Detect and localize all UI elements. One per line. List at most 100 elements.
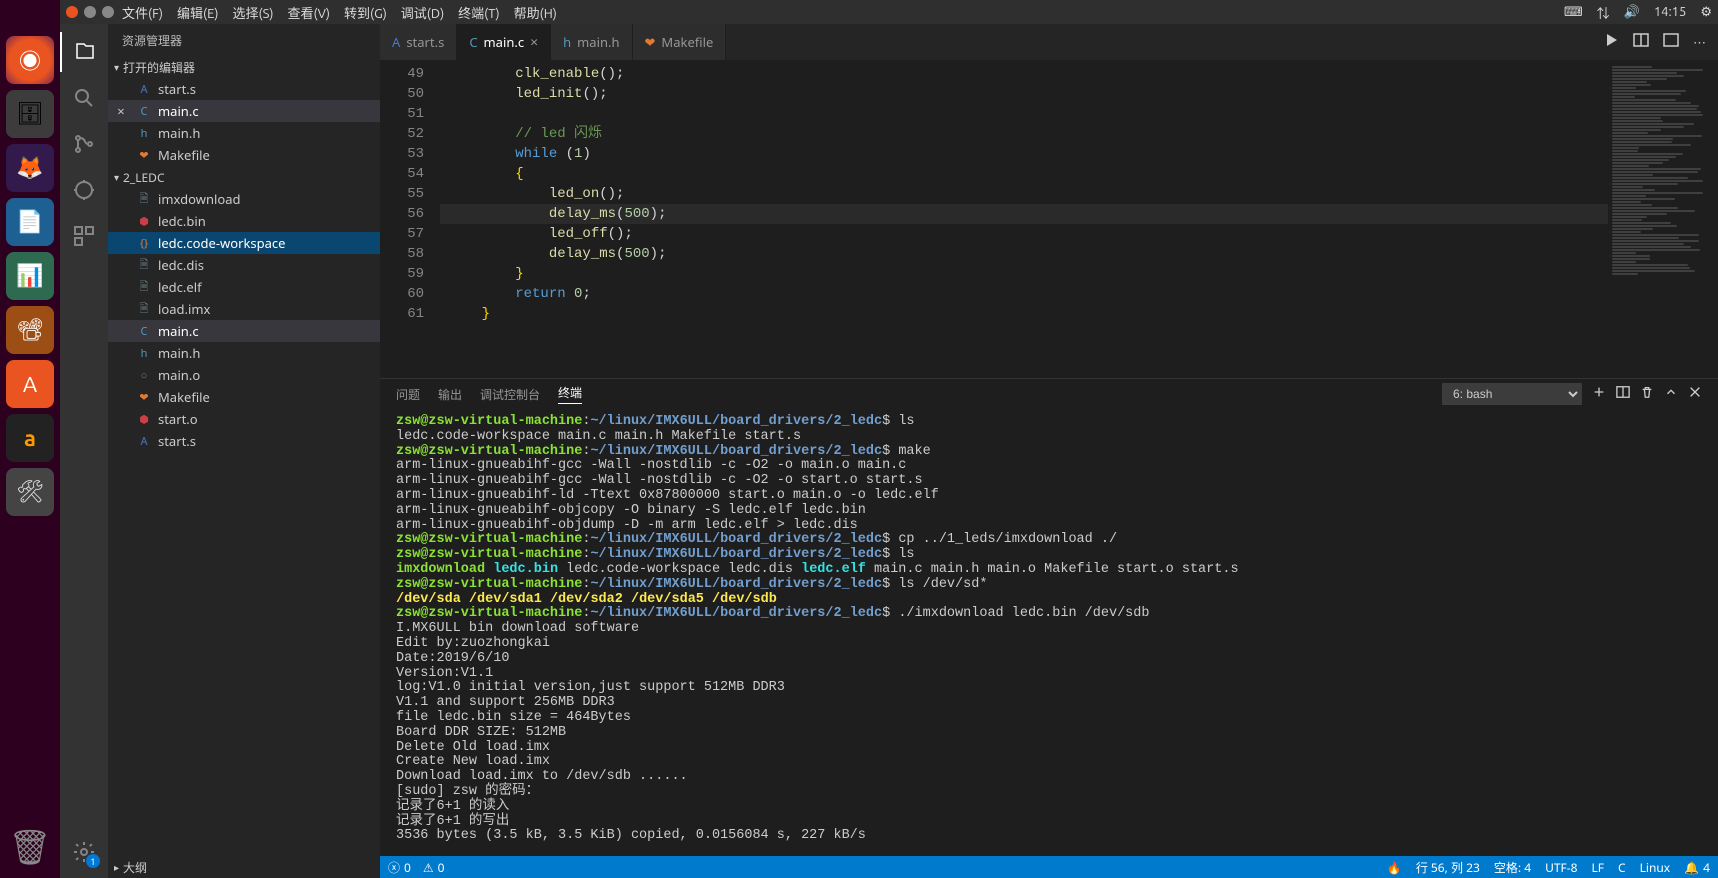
editor-tab[interactable]: Astart.s xyxy=(380,24,457,60)
dock-amazon-icon[interactable]: a xyxy=(6,414,54,462)
panel-tab[interactable]: 输出 xyxy=(438,386,462,403)
file-icon: {} xyxy=(136,235,152,251)
dock-calc-icon[interactable]: 📊 xyxy=(6,252,54,300)
sound-icon[interactable]: 🔊 xyxy=(1624,5,1640,20)
panel-tab[interactable]: 问题 xyxy=(396,386,420,403)
gutter: 49505152535455565758596061 xyxy=(380,60,440,378)
file-name: main.o xyxy=(158,366,200,384)
dock-impress-icon[interactable]: 📽 xyxy=(6,306,54,354)
file-item[interactable]: 🗎imxdownload xyxy=(108,188,380,210)
file-name: ledc.bin xyxy=(158,212,206,230)
window-min-icon[interactable] xyxy=(84,6,96,18)
menu-item[interactable]: 帮助(H) xyxy=(514,3,557,22)
open-editor-item[interactable]: ❤Makefile xyxy=(108,144,380,166)
kill-terminal-icon[interactable] xyxy=(1640,385,1654,403)
window-max-icon[interactable] xyxy=(102,6,114,18)
file-item[interactable]: Cmain.c xyxy=(108,320,380,342)
keyboard-icon[interactable]: ⌨ xyxy=(1564,5,1583,20)
activity-explorer-icon[interactable] xyxy=(60,32,108,72)
minimap[interactable] xyxy=(1608,60,1718,378)
status-language[interactable]: C xyxy=(1618,859,1626,876)
split-icon[interactable] xyxy=(1633,32,1649,52)
editor-tab[interactable]: Cmain.c× xyxy=(457,24,551,60)
menu-item[interactable]: 终端(T) xyxy=(458,3,499,22)
terminal[interactable]: zsw@zsw-virtual-machine:~/linux/IMX6ULL/… xyxy=(380,409,1718,856)
status-errors[interactable]: ⓧ 0 xyxy=(388,859,411,876)
panel-tab[interactable]: 终端 xyxy=(558,384,582,404)
dock-trash-icon[interactable]: 🗑 xyxy=(6,824,54,872)
status-bell-icon[interactable]: 🔔 4 xyxy=(1684,859,1710,876)
activity-debug-icon[interactable] xyxy=(60,170,108,210)
file-icon: C xyxy=(136,323,152,339)
activity-search-icon[interactable] xyxy=(60,78,108,118)
status-eol[interactable]: LF xyxy=(1591,859,1604,876)
dock-ubuntu-icon[interactable]: ◉ xyxy=(6,36,54,84)
power-icon[interactable]: ⚙ xyxy=(1700,5,1712,20)
file-name: ledc.code-workspace xyxy=(158,234,286,252)
open-editor-item[interactable]: hmain.h xyxy=(108,122,380,144)
folder-header[interactable]: ▾2_LEDC xyxy=(108,166,380,188)
outline-header[interactable]: ▸大纲 xyxy=(108,856,380,878)
close-icon[interactable]: × xyxy=(530,33,538,52)
terminal-select[interactable]: 6: bash xyxy=(1442,383,1582,405)
ubuntu-dock: ◉ 🗄 🦊 📄 📊 📽 A a 🛠 ⎔1 🗑 xyxy=(0,0,60,878)
code-area[interactable]: clk_enable(); led_init(); // led 闪烁 whil… xyxy=(440,60,1608,378)
dock-writer-icon[interactable]: 📄 xyxy=(6,198,54,246)
file-name: Makefile xyxy=(158,146,210,164)
file-item[interactable]: ❤Makefile xyxy=(108,386,380,408)
file-item[interactable]: 🗎load.imx xyxy=(108,298,380,320)
file-item[interactable]: ⬢start.o xyxy=(108,408,380,430)
run-icon[interactable] xyxy=(1603,32,1619,52)
status-os[interactable]: Linux xyxy=(1640,859,1671,876)
editor-tab[interactable]: hmain.h xyxy=(551,24,632,60)
dock-settings-icon[interactable]: 🛠 xyxy=(6,468,54,516)
split-terminal-icon[interactable] xyxy=(1616,385,1630,403)
open-editor-item[interactable]: Astart.s xyxy=(108,78,380,100)
panel-tab[interactable]: 调试控制台 xyxy=(480,386,540,403)
file-item[interactable]: hmain.h xyxy=(108,342,380,364)
menu-item[interactable]: 调试(D) xyxy=(401,3,444,22)
file-item[interactable]: {} ledc.code-workspace xyxy=(108,232,380,254)
open-editor-item[interactable]: ×Cmain.c xyxy=(108,100,380,122)
network-icon[interactable]: ⇅ xyxy=(1597,3,1610,22)
dock-firefox-icon[interactable]: 🦊 xyxy=(6,144,54,192)
file-item[interactable]: ⬢ledc.bin xyxy=(108,210,380,232)
activity-scm-icon[interactable] xyxy=(60,124,108,164)
close-panel-icon[interactable] xyxy=(1688,385,1702,403)
file-name: ledc.elf xyxy=(158,278,202,296)
status-flame-icon[interactable]: 🔥 xyxy=(1387,859,1402,876)
file-item[interactable]: ○main.o xyxy=(108,364,380,386)
menu-item[interactable]: 查看(V) xyxy=(288,3,330,22)
file-icon: A xyxy=(136,81,152,97)
activity-settings-icon[interactable]: 1 xyxy=(60,832,108,872)
activity-settings-badge: 1 xyxy=(86,854,100,868)
new-terminal-icon[interactable] xyxy=(1592,385,1606,403)
explorer-sidebar: 资源管理器 ▾打开的编辑器 Astart.s×Cmain.chmain.h❤Ma… xyxy=(108,24,380,878)
status-cursor-pos[interactable]: 行 56, 列 23 xyxy=(1416,859,1480,876)
window-close-icon[interactable] xyxy=(66,6,78,18)
file-icon: ❤ xyxy=(136,389,152,405)
file-item[interactable]: 🗎ledc.dis xyxy=(108,254,380,276)
menu-item[interactable]: 选择(S) xyxy=(233,3,274,22)
file-name: start.s xyxy=(158,432,196,450)
activity-extensions-icon[interactable] xyxy=(60,216,108,256)
file-icon: A xyxy=(136,433,152,449)
menu-item[interactable]: 转到(G) xyxy=(344,3,387,22)
system-tray: ⌨ ⇅ 🔊 14:15 ⚙ xyxy=(1564,3,1712,22)
menu-item[interactable]: 编辑(E) xyxy=(177,3,218,22)
file-item[interactable]: Astart.s xyxy=(108,430,380,452)
maximize-panel-icon[interactable] xyxy=(1664,385,1678,403)
layout-icon[interactable] xyxy=(1663,32,1679,52)
clock[interactable]: 14:15 xyxy=(1654,5,1687,19)
menu-item[interactable]: 文件(F) xyxy=(122,3,163,22)
status-spaces[interactable]: 空格: 4 xyxy=(1494,859,1531,876)
open-editors-header[interactable]: ▾打开的编辑器 xyxy=(108,56,380,78)
file-item[interactable]: 🗎ledc.elf xyxy=(108,276,380,298)
more-icon[interactable]: ⋯ xyxy=(1693,33,1706,51)
editor-tab[interactable]: ❤Makefile xyxy=(633,24,727,60)
dock-files-icon[interactable]: 🗄 xyxy=(6,90,54,138)
dock-software-icon[interactable]: A xyxy=(6,360,54,408)
file-name: load.imx xyxy=(158,300,210,318)
status-encoding[interactable]: UTF-8 xyxy=(1545,859,1577,876)
status-warnings[interactable]: ⚠ 0 xyxy=(423,859,445,876)
